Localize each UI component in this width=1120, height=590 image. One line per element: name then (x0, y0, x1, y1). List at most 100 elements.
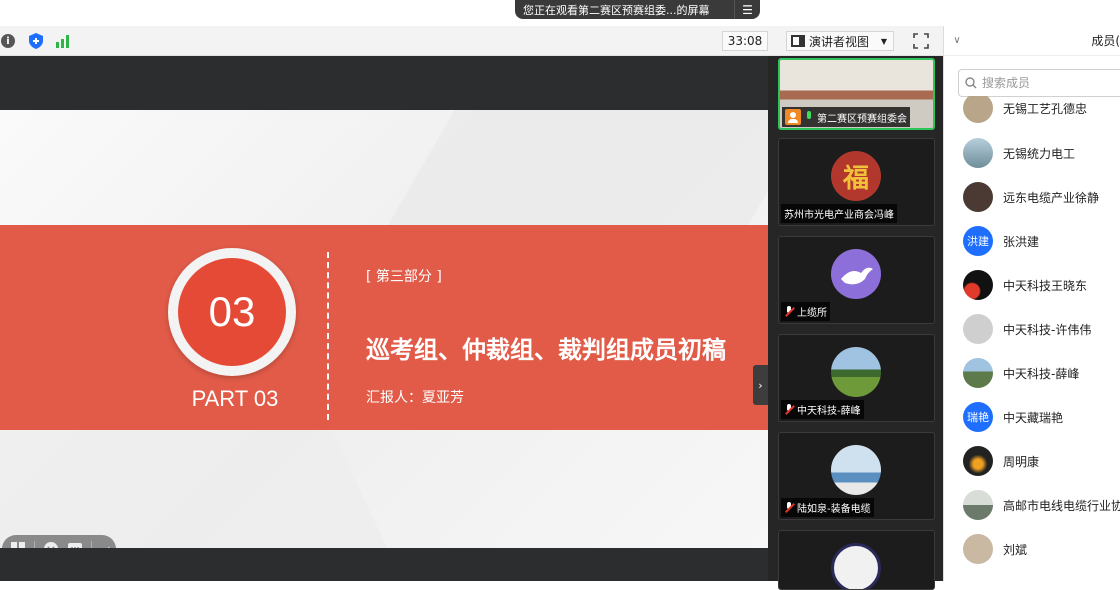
list-item[interactable]: 无锡统力电工 (963, 137, 1075, 169)
member-name: 中天科技-许伟伟 (1003, 322, 1092, 337)
participant-name: 第二赛区预赛组委会 (817, 113, 907, 125)
avatar: 洪建 (963, 226, 993, 256)
member-name: 中天科技-薛峰 (1003, 366, 1080, 381)
info-icon[interactable]: i (0, 33, 16, 49)
meeting-toolbar: i 33:08 演讲者视图 ▼ (0, 26, 943, 56)
avatar (963, 446, 993, 476)
tile-name-tag: 第二赛区预赛组委会 (782, 107, 910, 127)
member-name: 无锡统力电工 (1003, 146, 1076, 161)
video-tile[interactable]: 福 苏州市光电产业商会冯峰 (778, 138, 935, 226)
member-name: 中天科技王晓东 (1003, 278, 1088, 293)
video-tiles-column: 第二赛区预赛组委会 福 苏州市光电产业商会冯峰 上缆所 中天科技-薛峰 陆如泉-… (768, 56, 943, 590)
list-item[interactable]: 中天科技-许伟伟 (963, 313, 1091, 345)
meeting-timer: 33:08 (722, 31, 768, 51)
list-item[interactable]: 洪建 张洪建 (963, 225, 1039, 257)
menu-icon[interactable]: ☰ (734, 0, 760, 19)
video-tile[interactable]: 上缆所 (778, 236, 935, 324)
list-item[interactable]: 中天科技王晓东 (963, 269, 1087, 301)
list-item[interactable]: 无锡工艺孔德忠 (963, 96, 1087, 124)
grid-view-icon[interactable] (10, 541, 26, 548)
member-name: 刘斌 (1003, 542, 1028, 557)
chat-icon[interactable] (67, 541, 83, 548)
participant-name: 中天科技-薛峰 (797, 406, 861, 417)
list-item[interactable]: 周明康 (963, 445, 1039, 477)
chevron-down-icon[interactable]: ∨ (944, 35, 970, 46)
microphone-off-icon (784, 403, 794, 416)
reaction-toolbar: ‹ (2, 535, 116, 548)
toolbar-divider (34, 541, 35, 548)
member-name: 中天藏瑞艳 (1003, 410, 1064, 425)
participant-avatar (831, 543, 881, 589)
screen-top-band (0, 56, 768, 110)
avatar: 瑞艳 (963, 402, 993, 432)
fullscreen-icon[interactable] (912, 32, 930, 50)
chevron-left-icon[interactable]: ‹ (100, 541, 116, 548)
screen-share-banner[interactable]: 您正在观看第二赛区预赛组委...的屏幕 ☰ (515, 0, 760, 19)
participant-name: 上缆所 (797, 308, 827, 319)
member-name: 高邮市电线电缆行业协 (1003, 498, 1120, 513)
members-panel: ∨ 成员( 无锡工艺孔德忠 无锡统力电工 远东电缆产业徐静 洪建张洪建 中天科技… (943, 26, 1120, 581)
signal-icon[interactable] (55, 33, 71, 49)
toolbar-divider (91, 541, 92, 548)
member-name: 周明康 (1003, 454, 1040, 469)
member-name: 张洪建 (1003, 234, 1040, 249)
list-item[interactable]: 刘斌 (963, 533, 1027, 565)
microphone-on-icon (804, 111, 814, 123)
slide-reporter: 汇报人：夏亚芳 (366, 390, 464, 406)
slide-title: 巡考组、仲裁组、裁判组成员初稿 (366, 336, 726, 364)
slide-section-tag: [ 第三部分 ] (366, 269, 442, 285)
tile-name-tag: 陆如泉-装备电缆 (781, 498, 874, 517)
video-tile[interactable]: 陆如泉-装备电缆 (778, 432, 935, 520)
speaker-view-label: 演讲者视图 (809, 34, 870, 49)
avatar (963, 490, 993, 520)
search-input[interactable] (982, 76, 1102, 90)
video-tile[interactable]: 第二赛区预赛组委会 (778, 58, 935, 130)
list-item[interactable]: 高邮市电线电缆行业协 (963, 489, 1120, 521)
avatar (963, 358, 993, 388)
microphone-off-icon (784, 501, 794, 514)
video-tile[interactable]: 中天科技-薛峰 (778, 334, 935, 422)
member-list: 无锡工艺孔德忠 无锡统力电工 远东电缆产业徐静 洪建 张洪建 中天科技王晓东 中天… (944, 96, 1120, 581)
participant-avatar (831, 347, 881, 397)
member-name: 无锡工艺孔德忠 (1003, 101, 1088, 116)
avatar (963, 138, 993, 168)
screen-bottom-band (0, 548, 768, 581)
member-name: 远东电缆产业徐静 (1003, 190, 1100, 205)
microphone-off-icon (784, 305, 794, 318)
list-item[interactable]: 中天科技-薛峰 (963, 357, 1079, 389)
speaker-view-icon (791, 35, 805, 47)
slide-number: 03 (178, 258, 286, 366)
share-banner-text: 您正在观看第二赛区预赛组委...的屏幕 (523, 3, 710, 17)
shared-screen[interactable]: 03 PART 03 [ 第三部分 ] 巡考组、仲裁组、裁判组成员初稿 汇报人：… (0, 56, 768, 581)
avatar (963, 534, 993, 564)
member-search[interactable] (958, 69, 1120, 97)
shield-icon[interactable] (28, 33, 44, 49)
presentation-slide: 03 PART 03 [ 第三部分 ] 巡考组、仲裁组、裁判组成员初稿 汇报人：… (0, 110, 768, 548)
video-tile[interactable] (778, 530, 935, 590)
participant-avatar (831, 445, 881, 495)
participant-name: 苏州市光电产业商会冯峰 (784, 210, 894, 221)
tile-name-tag: 上缆所 (781, 302, 830, 321)
tile-name-tag: 中天科技-薛峰 (781, 400, 864, 419)
tile-name-tag: 苏州市光电产业商会冯峰 (781, 204, 897, 223)
avatar (963, 182, 993, 212)
list-item[interactable]: 远东电缆产业徐静 (963, 181, 1099, 213)
list-item[interactable]: 瑞艳 中天藏瑞艳 (963, 401, 1063, 433)
members-panel-header: ∨ 成员( (944, 26, 1120, 56)
avatar (963, 270, 993, 300)
participant-name: 陆如泉-装备电缆 (797, 504, 871, 515)
collapse-video-panel-button[interactable]: › (753, 365, 768, 405)
avatar (963, 314, 993, 344)
emoji-icon[interactable] (43, 541, 59, 548)
slide-number-circle: 03 (168, 248, 296, 376)
search-icon (965, 77, 977, 89)
avatar (963, 96, 993, 123)
slide-part-label: PART 03 (191, 386, 279, 411)
chevron-down-icon: ▼ (880, 36, 887, 46)
participant-avatar: 福 (831, 151, 881, 201)
speaker-view-button[interactable]: 演讲者视图 ▼ (786, 31, 894, 51)
members-panel-title: 成员( (1091, 34, 1120, 48)
host-icon (785, 109, 801, 125)
slide-divider (327, 252, 329, 420)
participant-avatar (831, 249, 881, 299)
